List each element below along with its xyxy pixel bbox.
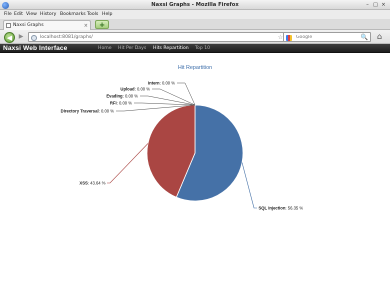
home-button[interactable]: ⌂ (374, 32, 385, 42)
back-button[interactable]: ◀ (4, 31, 15, 43)
menu-help[interactable]: Help (102, 12, 112, 17)
slice-label-directory-traversal: Directory Traversal: 0.00 % (61, 108, 115, 113)
new-tab-button[interactable]: + (95, 20, 109, 29)
tab-naxsi-graphs[interactable]: Naxsi Graphs × (3, 20, 91, 30)
page-icon (6, 23, 11, 28)
menu-view[interactable]: View (26, 12, 37, 17)
nav-top-10[interactable]: Top 10 (195, 46, 210, 51)
url-text: localhost:8081/graphs/ (40, 35, 93, 40)
google-icon[interactable] (286, 34, 292, 41)
pie-chart: SQL Injection: 56.35 % XSS: 43.64 % Direct… (61, 80, 304, 210)
nav-home[interactable]: Home (98, 46, 112, 51)
menu-bar: File Edit View History Bookmarks Tools H… (0, 10, 390, 19)
url-path: :8081/graphs/ (60, 34, 93, 40)
nav-hit-per-days[interactable]: Hit Per Days (118, 46, 146, 51)
slice-label-rfi: RFI: 0.00 % (110, 100, 132, 105)
search-icon[interactable]: 🔍 (361, 34, 368, 41)
app-header: Naxsi Web Interface Home Hit Per Days Hi… (0, 44, 390, 53)
slice-label-sql-injection: SQL Injection: 56.35 % (259, 205, 304, 210)
menu-bookmarks[interactable]: Bookmarks (60, 12, 86, 17)
slice-label-evading: Evading: 0.00 % (106, 93, 138, 98)
slice-label-intern: Intern: 0.00 % (148, 80, 175, 85)
forward-button[interactable]: ▶ (17, 33, 25, 41)
slice-label-upload: Upload: 0.00 % (120, 86, 150, 91)
site-identity-icon[interactable] (31, 34, 37, 41)
slice-label-xss: XSS: 43.64 % (79, 180, 105, 185)
nav-hits-repartition[interactable]: Hits Repartition (153, 46, 189, 51)
window-titlebar: Naxsi Graphs - Mozilla Firefox – □ × (0, 0, 390, 10)
menu-tools[interactable]: Tools (87, 12, 98, 17)
menu-edit[interactable]: Edit (14, 12, 23, 17)
search-bar[interactable]: 🔍 (283, 32, 371, 42)
brand-title[interactable]: Naxsi Web Interface (3, 45, 67, 52)
url-host: localhost (40, 34, 61, 40)
menu-file[interactable]: File (4, 12, 12, 17)
close-window-button[interactable]: × (380, 2, 387, 9)
navigation-toolbar: ◀ ▶ localhost:8081/graphs/ ☆ ↻ 🔍 ⌂ (0, 30, 390, 44)
leader-line-evading (140, 95, 196, 106)
window-title: Naxsi Graphs - Mozilla Firefox (151, 2, 239, 8)
search-input[interactable] (296, 33, 356, 42)
leader-line-intern (177, 82, 196, 106)
leader-line-sql-injection (241, 162, 257, 209)
url-bar[interactable]: localhost:8081/graphs/ ☆ ↻ (28, 32, 294, 42)
page-content: Hit Repartition SQL Injection: 56.35 % XS… (0, 53, 390, 300)
maximize-button[interactable]: □ (372, 2, 379, 9)
tab-strip: Naxsi Graphs × + (0, 19, 390, 30)
leader-line-xss (107, 143, 149, 184)
minimize-button[interactable]: – (364, 2, 371, 9)
menu-history[interactable]: History (40, 12, 56, 17)
close-tab-icon[interactable]: × (84, 23, 88, 29)
tab-label: Naxsi Graphs (13, 23, 44, 28)
